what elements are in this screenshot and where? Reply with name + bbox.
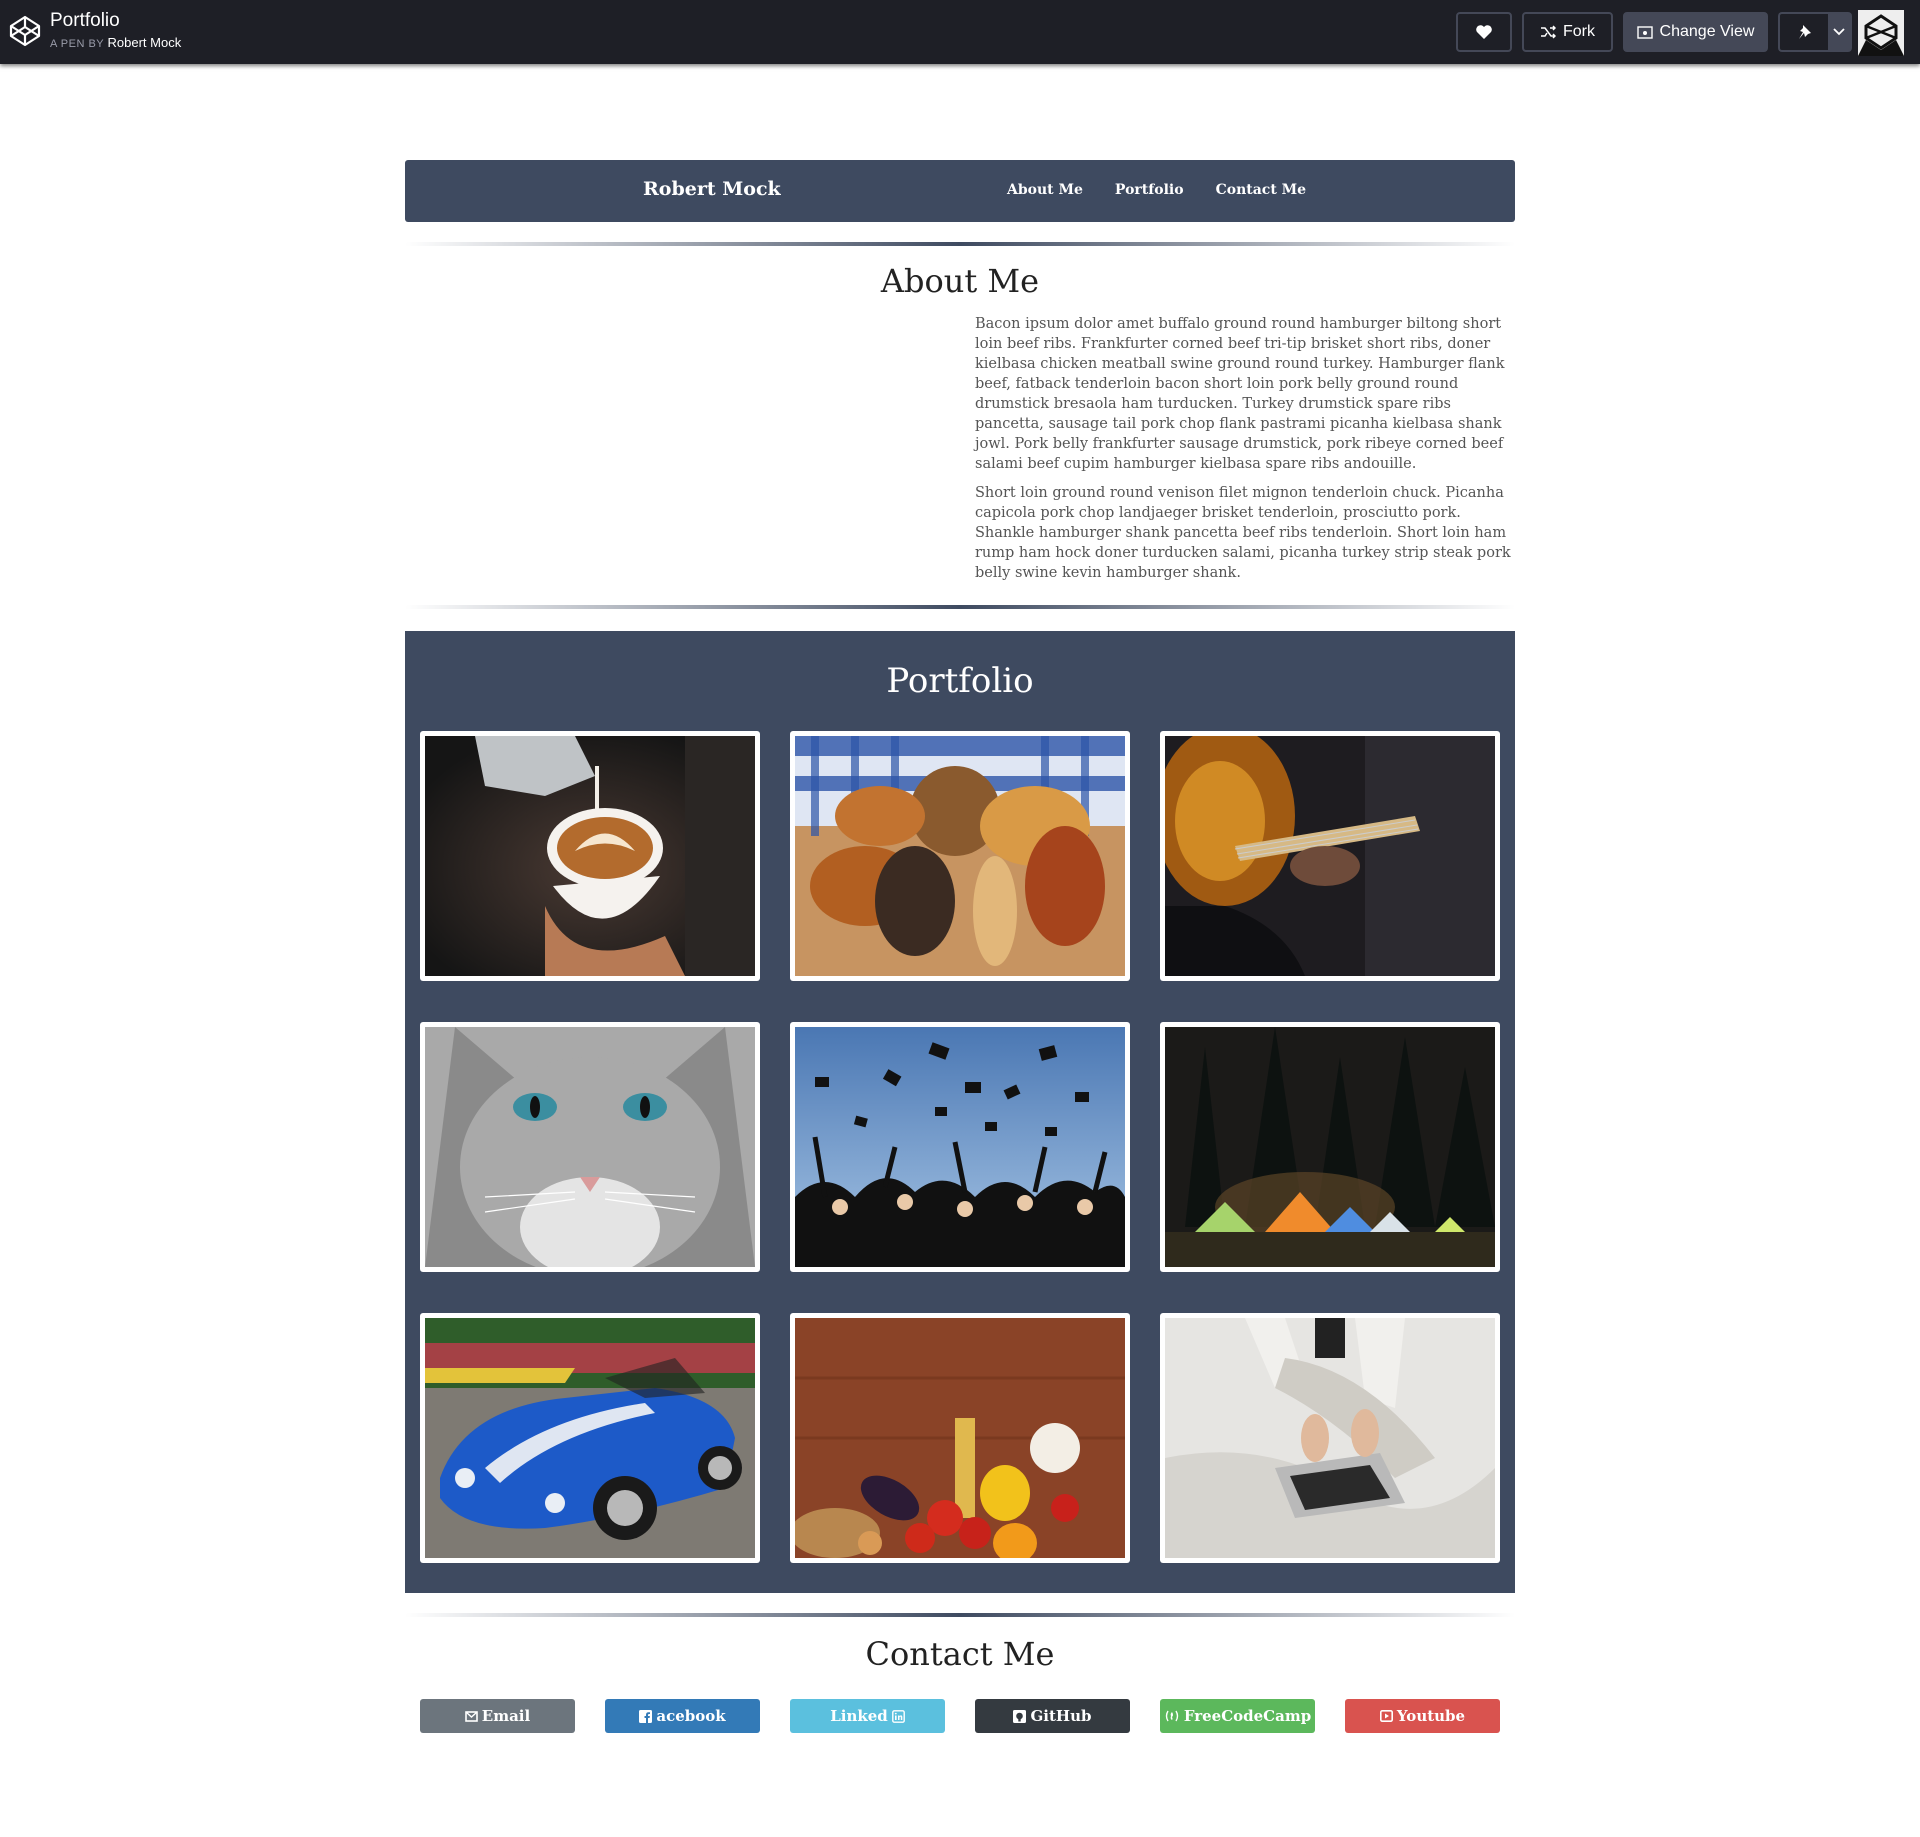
email-label: Email (481, 1707, 531, 1725)
author-name[interactable]: Robert Mock (108, 35, 182, 50)
contact-buttons: Email acebook Linked GitHub FreeCodeCamp… (405, 1699, 1515, 1733)
email-button[interactable]: Email (420, 1699, 575, 1733)
guitar-photo (1155, 726, 1495, 976)
pin-menu-button[interactable] (1828, 12, 1852, 52)
nav-links: About Me Portfolio Contact Me (1007, 182, 1306, 198)
youtube-button[interactable]: Youtube (1345, 1699, 1500, 1733)
nav-link-portfolio[interactable]: Portfolio (1115, 182, 1184, 198)
portfolio-card[interactable] (1160, 1022, 1500, 1272)
about-section: About Me Bacon ipsum dolor amet buffalo … (405, 262, 1515, 583)
github-button[interactable]: GitHub (975, 1699, 1130, 1733)
about-paragraph: Bacon ipsum dolor amet buffalo ground ro… (975, 316, 1505, 472)
vegetables-on-wood-photo (790, 1318, 1125, 1563)
github-label: GitHub (1030, 1707, 1092, 1725)
about-paragraph: Short loin ground round venison filet mi… (975, 485, 1511, 581)
change-view-label: Change View (1659, 23, 1755, 40)
laptop-on-bed-photo (1165, 1318, 1495, 1558)
github-icon (1013, 1709, 1027, 1723)
facebook-button[interactable]: acebook (605, 1699, 760, 1733)
youtube-icon (1379, 1710, 1393, 1722)
graduation-caps-photo (795, 1027, 1125, 1267)
pen-by-label: A PEN BY (50, 38, 104, 50)
divider (405, 1613, 1515, 1617)
codepen-header: Portfolio A PEN BY Robert Mock Fork Chan… (0, 0, 1920, 64)
nav-link-about[interactable]: About Me (1007, 182, 1083, 198)
linkedin-button[interactable]: Linked (790, 1699, 945, 1733)
fork-button[interactable]: Fork (1522, 12, 1613, 52)
portfolio-card[interactable] (790, 1313, 1130, 1563)
portfolio-card[interactable] (790, 1022, 1130, 1272)
fork-icon (1541, 25, 1556, 39)
pin-button[interactable] (1778, 12, 1830, 52)
portfolio-card[interactable] (420, 731, 760, 981)
linkedin-label: Linked (830, 1707, 888, 1725)
contact-heading: Contact Me (865, 1635, 1055, 1673)
codepen-logo-icon[interactable] (8, 14, 42, 48)
portfolio-card[interactable] (790, 731, 1130, 981)
portfolio-card[interactable] (1160, 1313, 1500, 1563)
chevron-down-icon (1833, 28, 1845, 36)
pen-author[interactable]: A PEN BY Robert Mock (50, 35, 181, 50)
night-camping-photo (1165, 1027, 1495, 1267)
site-navbar: Robert Mock About Me Portfolio Contact M… (405, 160, 1515, 222)
latte-art-photo (425, 736, 755, 976)
nav-link-contact[interactable]: Contact Me (1216, 182, 1306, 198)
portfolio-section: Portfolio (405, 631, 1515, 1593)
portfolio-card[interactable] (1155, 726, 1500, 981)
portfolio-card[interactable] (420, 1022, 760, 1277)
heart-button[interactable] (1456, 12, 1512, 52)
view-icon (1636, 25, 1653, 39)
freecodecamp-label: FreeCodeCamp (1183, 1707, 1312, 1725)
cat-photo (425, 1027, 755, 1277)
divider (405, 242, 1515, 246)
divider (405, 605, 1515, 609)
navbar-brand[interactable]: Robert Mock (643, 178, 781, 200)
about-text: Bacon ipsum dolor amet buffalo ground ro… (975, 314, 1515, 583)
freecodecamp-button[interactable]: FreeCodeCamp (1160, 1699, 1315, 1733)
portfolio-grid (420, 726, 1500, 1563)
change-view-button[interactable]: Change View (1623, 12, 1768, 52)
contact-section: Contact Me Email acebook Linked GitHub F… (405, 1635, 1515, 1733)
portfolio-card[interactable] (420, 1313, 760, 1563)
pen-title[interactable]: Portfolio (50, 10, 120, 32)
avatar[interactable] (1858, 10, 1904, 56)
linkedin-icon (891, 1709, 905, 1723)
page-wrapper: Robert Mock About Me Portfolio Contact M… (405, 160, 1515, 1733)
fork-label: Fork (1563, 23, 1595, 40)
envelope-icon (464, 1710, 478, 1722)
portfolio-heading: Portfolio (886, 661, 1034, 701)
facebook-icon (639, 1709, 653, 1723)
about-heading: About Me (880, 262, 1040, 300)
facebook-label: acebook (656, 1707, 726, 1725)
heart-icon (1476, 25, 1492, 39)
avatar-image (1858, 10, 1904, 56)
bread-rolls-photo (795, 736, 1125, 976)
freecodecamp-icon (1165, 1710, 1179, 1722)
youtube-label: Youtube (1396, 1707, 1466, 1725)
pin-icon (1799, 25, 1811, 39)
blue-cobra-car-photo (425, 1318, 755, 1558)
